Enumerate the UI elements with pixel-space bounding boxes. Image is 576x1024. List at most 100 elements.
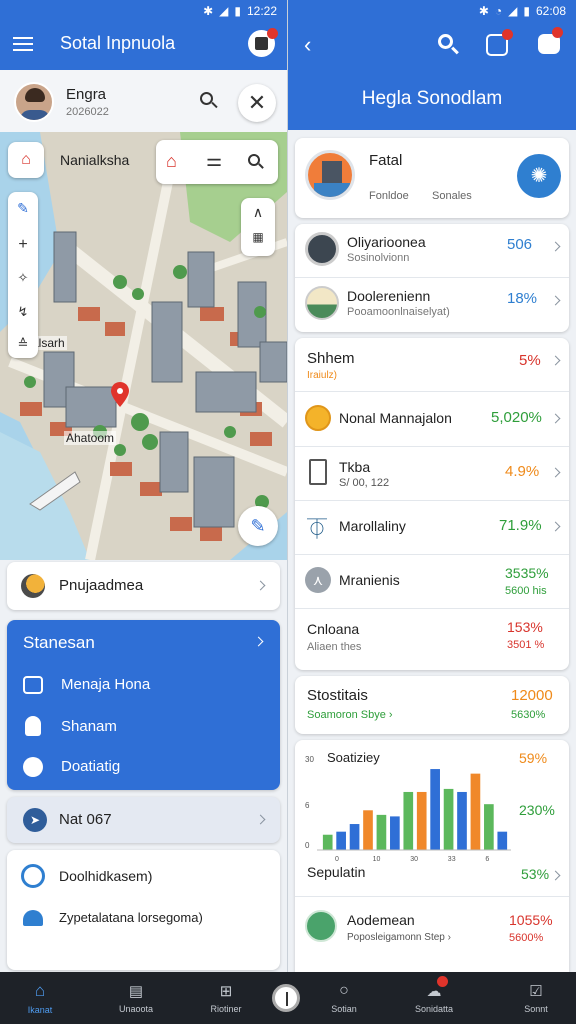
nav-label: Sotian — [331, 1004, 357, 1014]
bottom-item-2[interactable]: Zypetalatana lorsegoma) — [7, 900, 280, 944]
row-divider — [295, 896, 569, 897]
grid-icon[interactable]: ▦ — [241, 230, 275, 244]
share-icon[interactable] — [486, 29, 513, 56]
user-icon — [25, 716, 41, 736]
edit-map-icon[interactable]: ✎ — [238, 506, 278, 546]
list2-row-1[interactable]: Tkba S/ 00, 122 4.9% — [295, 447, 569, 499]
center-circle-icon[interactable] — [272, 984, 300, 1012]
profile-strip: Engra 2026022 ✕ — [0, 70, 287, 132]
signal-icon: ◢ — [508, 4, 518, 18]
list1-row-0[interactable]: Oliyarioonea Sosinolvionn 506 — [295, 224, 569, 276]
row-value: 1055% — [509, 912, 553, 928]
bar-chart: 30 6 0 0 10 30 33 6 — [305, 755, 511, 863]
right-app-bar: ✱ ◔ ◢ ▮ 62:08 ‹ Hegla Sonodlam — [288, 0, 576, 130]
home-icon: ⌂ — [34, 981, 46, 1000]
stats-sub[interactable]: Soamoron Sbye › — [307, 709, 393, 721]
status-bar: ✱ ◔ ◢ ▮ 62:08 — [288, 0, 576, 22]
back-icon[interactable]: ‹ — [304, 32, 311, 58]
chart-y-tick-label: 6 — [305, 801, 310, 810]
project-row[interactable]: Pnujaadmea — [7, 562, 280, 610]
chevron-right-icon — [550, 467, 561, 478]
last-row[interactable]: Aodemean Poposleigamonn Step › 1055% 560… — [295, 900, 569, 956]
zoom-in-icon[interactable]: + — [8, 236, 38, 254]
map-tool-column: ✎ + ✧ ↯ ≙ — [8, 192, 38, 358]
chevron-up-icon[interactable]: ∧ — [241, 204, 275, 221]
pen-tool-icon[interactable]: ✎ — [8, 200, 38, 217]
bottom-item-1[interactable]: Doolhidkasem) — [7, 854, 280, 898]
row-value: 71.9% — [499, 517, 542, 534]
nav-label: Ikanat — [27, 1005, 53, 1015]
city-map[interactable]: Rtalsarh Ahatoom ⌂ Nanialksha ✎ + ✧ ↯ ≙ … — [0, 132, 287, 560]
search-icon[interactable] — [438, 34, 460, 56]
task-icon: ☑ — [529, 983, 543, 1000]
row-value: 506 — [507, 236, 533, 253]
filter-icon[interactable]: ⚌ — [206, 150, 222, 171]
featured-card[interactable]: Fatal Fonldoe Sonales ✺ — [295, 138, 569, 218]
list1-row-1[interactable]: Doolerenienn Pooamoonlnaiselyat) 18% — [295, 278, 569, 330]
close-icon[interactable]: ✕ — [238, 84, 276, 122]
chart-x-tick-label: 6 — [485, 856, 489, 863]
featured-action-icon[interactable]: ✺ — [517, 154, 561, 198]
list1-card: Oliyarioonea Sosinolvionn 506 Doolerenie… — [295, 224, 569, 332]
notification-button[interactable] — [248, 28, 278, 57]
fire-extinguisher-icon: ⏁ — [307, 519, 327, 541]
status-time: 12:22 — [246, 4, 277, 18]
row-value: 18% — [507, 290, 538, 307]
panel-item-2[interactable]: Shanam — [7, 708, 280, 748]
layer-label: Nanialksha — [60, 152, 130, 168]
list2-row-3[interactable]: ⋏ Mranienis 3535% 5600 his — [295, 555, 569, 607]
nav-item-search[interactable]: ○ Sotian — [314, 972, 374, 1024]
search-icon[interactable] — [200, 92, 218, 110]
stats-value: 12000 — [511, 687, 553, 704]
nav-item-book[interactable]: ⊞ Riotiner — [196, 972, 256, 1024]
bottom-card: Doolhidkasem) Zypetalatana lorsegoma) — [7, 850, 280, 970]
chart-bar — [457, 791, 467, 850]
chart-bar — [363, 810, 373, 850]
section-value: 5% — [519, 352, 541, 369]
nav-item-cloud[interactable]: ☁ Sonidatta — [404, 972, 464, 1024]
status-bar: ✱ ◢ ▮ 12:22 — [0, 0, 287, 22]
chevron-right-icon — [550, 413, 561, 424]
nav-item-home[interactable]: ⌂ Ikanat — [10, 972, 70, 1024]
chevron-right-icon — [550, 355, 561, 366]
list2-row-4[interactable]: Cnloana Aliaen thes 153% 3501 % — [295, 609, 569, 665]
row-value: 5,020% — [491, 409, 542, 426]
building-icon[interactable]: ⌂ — [166, 151, 177, 172]
layers-small-icon[interactable]: ≙ — [8, 336, 38, 352]
section-header[interactable]: Shhem Iraiulz) 5% — [295, 338, 569, 388]
compass-control: ∧ ▦ — [241, 198, 275, 256]
layers-button[interactable]: ⌂ — [8, 142, 44, 178]
menu-icon[interactable] — [13, 36, 33, 52]
panel-item-label: Doatiatig — [61, 758, 121, 775]
chart-x-ticks: 0 10 30 33 6 — [335, 856, 489, 863]
panel-item-label: Menaja Hona — [61, 676, 151, 693]
section-sub: Iraiulz) — [307, 370, 338, 381]
right-pane: ✱ ◔ ◢ ▮ 62:08 ‹ Hegla Sonodlam Fatal Fon… — [288, 0, 576, 972]
list2-row-0[interactable]: Nonal Mannajalon 5,020% — [295, 393, 569, 445]
map-search-icon[interactable] — [248, 154, 264, 170]
chat-icon[interactable] — [538, 27, 563, 54]
profile-sub: 2026022 — [66, 106, 109, 118]
nav-item-task[interactable]: ☑ Sonnt — [506, 972, 566, 1024]
move-icon[interactable]: ✧ — [8, 270, 38, 286]
route-icon[interactable]: ↯ — [8, 304, 38, 320]
row-sub[interactable]: Poposleigamonn Step › — [347, 932, 451, 943]
battery-icon: ▮ — [234, 4, 241, 18]
row-value: 4.9% — [505, 463, 540, 480]
bottom-item-label: Doolhidkasem) — [59, 868, 153, 884]
panel-item-3[interactable]: Doatiatig — [7, 748, 280, 788]
nat-row[interactable]: ➤ Nat 067 — [7, 797, 280, 843]
panel-item-1[interactable]: Menaja Hona — [7, 666, 280, 706]
nat-label: Nat 067 — [59, 811, 112, 828]
stats-title: Stostitais — [307, 687, 368, 704]
tower-icon — [309, 459, 327, 485]
stats-card[interactable]: Stostitais Soamoron Sbye › 12000 5630% — [295, 676, 569, 734]
person-icon — [305, 910, 337, 942]
avatar[interactable] — [14, 82, 54, 122]
panel-chevron-icon[interactable] — [253, 636, 264, 647]
profile-name: Engra — [66, 86, 107, 103]
list2-row-2[interactable]: ⏁ Marollaliny 71.9% — [295, 501, 569, 553]
row-title: Aodemean — [347, 912, 415, 928]
row-title: Marollaliny — [339, 518, 406, 534]
nav-item-inbox[interactable]: ▤ Unaoota — [106, 972, 166, 1024]
